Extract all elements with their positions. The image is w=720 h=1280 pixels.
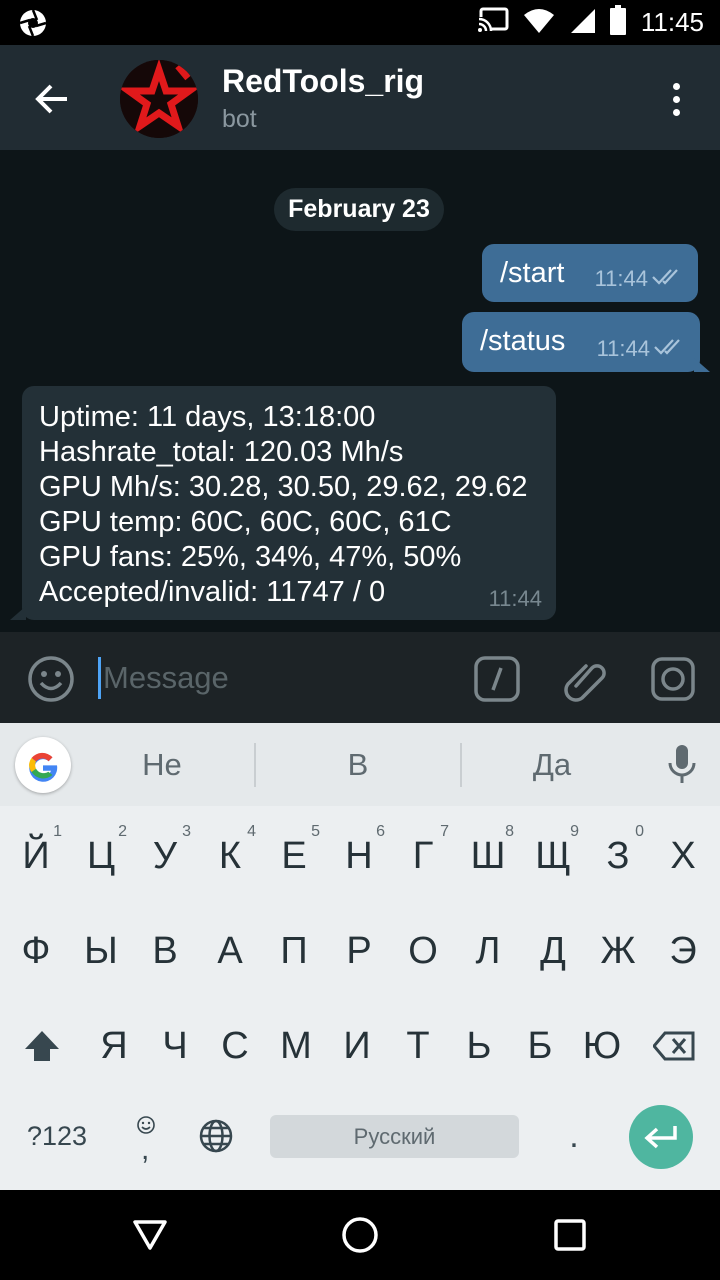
key-Щ[interactable]: Щ9 [523, 811, 583, 901]
symbols-key[interactable]: ?123 [18, 1091, 96, 1181]
status-line-accepted: Accepted/invalid: 11747 / 0 [39, 576, 386, 608]
keyboard: Не В Да Й1 Ц2 У3 К4 Е5 Н6 Г7 Ш8 Щ9 З0 Х … [0, 723, 720, 1190]
bot-command-icon[interactable] [472, 654, 522, 704]
microphone-icon[interactable] [662, 743, 702, 787]
date-separator: February 23 [274, 188, 444, 231]
status-bar: 11:45 [0, 0, 720, 45]
double-check-icon [652, 266, 684, 292]
message-text: /start [500, 257, 565, 289]
navigation-bar [0, 1190, 720, 1280]
chat-subtitle: bot [222, 105, 257, 133]
status-line-gpu-fans: GPU fans: 25%, 34%, 47%, 50% [39, 541, 462, 573]
message-time: 11:44 [488, 586, 542, 611]
key-Я[interactable]: Я [84, 1001, 144, 1091]
chat-area[interactable]: February 23 /start 11:44 /status 11:44 U… [0, 150, 720, 632]
enter-icon[interactable] [629, 1105, 693, 1169]
status-line-hashrate: Hashrate_total: 120.03 Mh/s [39, 436, 404, 468]
camera-aperture-icon [18, 8, 48, 43]
suggestion-3[interactable]: Да [462, 723, 642, 806]
key-Ь[interactable]: Ь [449, 1001, 509, 1091]
backspace-icon[interactable] [644, 1001, 704, 1091]
wifi-icon [523, 7, 555, 38]
attach-icon[interactable] [560, 654, 610, 704]
key-Б[interactable]: Б [510, 1001, 570, 1091]
key-Г[interactable]: Г7 [393, 811, 453, 901]
key-Т[interactable]: Т [388, 1001, 448, 1091]
back-arrow-icon[interactable] [28, 75, 76, 123]
key-Ч[interactable]: Ч [145, 1001, 205, 1091]
google-g-icon[interactable] [15, 737, 71, 793]
key-Р[interactable]: Р [329, 906, 389, 996]
key-Е[interactable]: Е5 [264, 811, 324, 901]
suggestion-1[interactable]: Не [72, 723, 252, 806]
message-text: /status [480, 325, 566, 357]
signal-icon [569, 7, 595, 38]
camera-icon[interactable] [648, 654, 698, 704]
outgoing-message[interactable]: /status 11:44 [462, 312, 700, 372]
chat-title[interactable]: RedTools_rig [222, 63, 424, 100]
key-Ы[interactable]: Ы [71, 906, 131, 996]
key-Ф[interactable]: Ф [6, 906, 66, 996]
emoji-icon[interactable] [26, 654, 76, 704]
key-С[interactable]: С [205, 1001, 265, 1091]
bubble-tail [10, 606, 26, 620]
key-Д[interactable]: Д [523, 906, 583, 996]
key-М[interactable]: М [266, 1001, 326, 1091]
more-vert-icon[interactable] [660, 75, 692, 123]
incoming-message[interactable]: Uptime: 11 days, 13:18:00 Hashrate_total… [22, 386, 556, 620]
bubble-tail [694, 358, 710, 372]
period-key[interactable]: . [544, 1091, 604, 1181]
chat-header: RedTools_rig bot [0, 45, 720, 150]
cast-icon [476, 7, 509, 38]
home-circle-icon[interactable] [335, 1210, 385, 1260]
key-Й[interactable]: Й1 [6, 811, 66, 901]
status-line-uptime: Uptime: 11 days, 13:18:00 [39, 401, 376, 433]
key-Ш[interactable]: Ш8 [458, 811, 518, 901]
emoji-comma-key[interactable]: , [116, 1091, 176, 1181]
message-time: 11:44 [596, 336, 650, 361]
key-В[interactable]: В [135, 906, 195, 996]
key-А[interactable]: А [200, 906, 260, 996]
key-Ю[interactable]: Ю [572, 1001, 632, 1091]
clock: 11:45 [640, 7, 704, 37]
key-О[interactable]: О [393, 906, 453, 996]
battery-icon [609, 5, 627, 40]
key-Э[interactable]: Э [653, 906, 713, 996]
suggestion-2[interactable]: В [256, 723, 460, 806]
avatar[interactable] [120, 60, 198, 138]
key-Х[interactable]: Х [653, 811, 713, 901]
status-line-gpu-mhs: GPU Mh/s: 30.28, 30.50, 29.62, 29.62 [39, 471, 528, 503]
recents-square-icon[interactable] [545, 1210, 595, 1260]
key-И[interactable]: И [327, 1001, 387, 1091]
text-cursor [98, 657, 101, 699]
key-К[interactable]: К4 [200, 811, 260, 901]
key-П[interactable]: П [264, 906, 324, 996]
message-text: Uptime: 11 days, 13:18:00 Hashrate_total… [39, 400, 527, 610]
double-check-icon [654, 336, 686, 362]
key-Ц[interactable]: Ц2 [71, 811, 131, 901]
message-time: 11:44 [594, 266, 648, 291]
status-line-gpu-temp: GPU temp: 60C, 60C, 60C, 61C [39, 506, 452, 538]
key-Ж[interactable]: Ж [588, 906, 648, 996]
key-З[interactable]: З0 [588, 811, 648, 901]
outgoing-message[interactable]: /start 11:44 [482, 244, 698, 302]
back-triangle-icon[interactable] [125, 1210, 175, 1260]
key-Н[interactable]: Н6 [329, 811, 389, 901]
space-bar[interactable]: Русский [270, 1115, 519, 1158]
key-Л[interactable]: Л [458, 906, 518, 996]
message-input[interactable] [103, 648, 443, 708]
shift-icon[interactable] [12, 1001, 72, 1091]
key-У[interactable]: У3 [135, 811, 195, 901]
message-compose-bar [0, 632, 720, 723]
globe-icon[interactable] [186, 1091, 246, 1181]
suggestion-strip: Не В Да [0, 723, 720, 806]
